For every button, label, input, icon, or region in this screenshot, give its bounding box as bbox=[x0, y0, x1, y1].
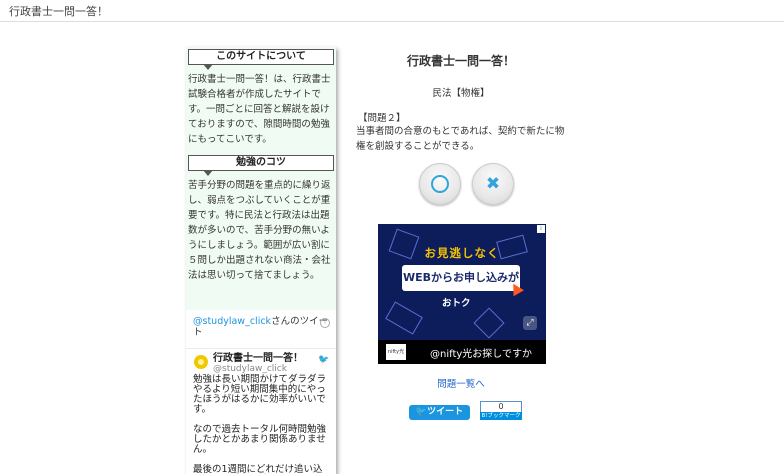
divider bbox=[186, 348, 336, 349]
tweet-author[interactable]: 行政書士一問一答！ @studylaw_click 🐦 bbox=[186, 353, 336, 375]
sidebar: このサイトについて 行政書士一問一答！は、行政書士試験合格者が作成したサイトです… bbox=[186, 47, 336, 474]
about-text: 行政書士一問一答！は、行政書士試験合格者が作成したサイトです。一問ごとに回答と解… bbox=[188, 74, 331, 145]
avatar[interactable] bbox=[194, 355, 208, 369]
info-icon[interactable]: i bbox=[320, 318, 330, 328]
tweet-paragraph: 勉強は長い期間かけてダラダラやるより短い期間集中的にやったほうがはるかに効率がい… bbox=[193, 374, 327, 415]
ad-tag: おトク bbox=[442, 298, 471, 309]
ad-box-text: WEBからお申し込みが bbox=[402, 265, 520, 291]
twitter-bird-icon[interactable]: 🐦 bbox=[318, 356, 329, 365]
question-list-link[interactable]: 問題一覧へ bbox=[356, 376, 566, 390]
ad-logo: nifty光 bbox=[386, 344, 406, 360]
tweet-paragraph: 最後の1週間にどれだけ追い込めるかで勝負は決まります。 bbox=[193, 464, 323, 474]
cross-icon: ✖ bbox=[485, 174, 501, 194]
tweet-button-label: ツイート bbox=[427, 407, 464, 417]
twitter-bird-icon: 🐦 bbox=[415, 407, 428, 417]
expand-icon[interactable]: ⤢ bbox=[523, 316, 537, 330]
answer-false-button[interactable]: ✖ bbox=[472, 163, 514, 205]
ad-bottom-bar[interactable]: nifty光 @nifty光お探しですか bbox=[378, 340, 546, 364]
study-tips-heading: 勉強のコツ bbox=[188, 155, 334, 176]
ad-info-icon[interactable]: i bbox=[537, 225, 545, 233]
twitter-timeline-header: @studylaw_clickさんのツイート i bbox=[186, 310, 336, 338]
question-category: 民法【物権】 bbox=[432, 88, 490, 99]
tweet-button[interactable]: 🐦ツイート bbox=[409, 405, 470, 420]
circle-icon bbox=[431, 175, 449, 193]
about-heading: このサイトについて bbox=[188, 49, 334, 70]
site-header: 行政書士一問一答！ bbox=[0, 0, 784, 22]
question-number: 【問題２】 bbox=[358, 113, 406, 124]
ad-decoration bbox=[473, 307, 505, 339]
site-title[interactable]: 行政書士一問一答！ bbox=[9, 3, 108, 19]
advertisement[interactable]: i お見逃しなく WEBからお申し込みが おトク ⤢ nifty光 @nifty… bbox=[378, 224, 546, 364]
study-tips-text: 苦手分野の問題を重点的に繰り返し、弱点をつぶしていくことが重要です。特に民法と行… bbox=[188, 180, 331, 281]
ad-decoration bbox=[385, 301, 423, 335]
tweet-author-handle[interactable]: @studylaw_click bbox=[213, 364, 336, 374]
tweet-paragraph: なので過去トータル何時間勉強したかとかあまり関係ありません。 bbox=[193, 424, 327, 455]
page-title: 行政書士一問一答！ bbox=[406, 54, 515, 68]
twitter-header-handle-link[interactable]: @studylaw_click bbox=[193, 316, 271, 327]
ad-headline: お見逃しなく bbox=[424, 246, 500, 260]
ad-cta: @nifty光お探しですか bbox=[430, 349, 532, 360]
hatena-label: B!ブックマーク bbox=[480, 412, 522, 420]
answer-true-button[interactable] bbox=[419, 163, 461, 205]
hatena-bookmark-button[interactable]: 0 B!ブックマーク bbox=[480, 401, 522, 420]
question-text: 当事者間の合意のもとであれば、契約で新たに物権を創設することができる。 bbox=[356, 126, 565, 152]
twitter-timeline[interactable]: @studylaw_clickさんのツイート i 行政書士一問一答！ @stud… bbox=[186, 310, 336, 474]
tweet-text: 勉強は長い期間かけてダラダラやるより短い期間集中的にやったほうがはるかに効率がい… bbox=[186, 375, 336, 474]
